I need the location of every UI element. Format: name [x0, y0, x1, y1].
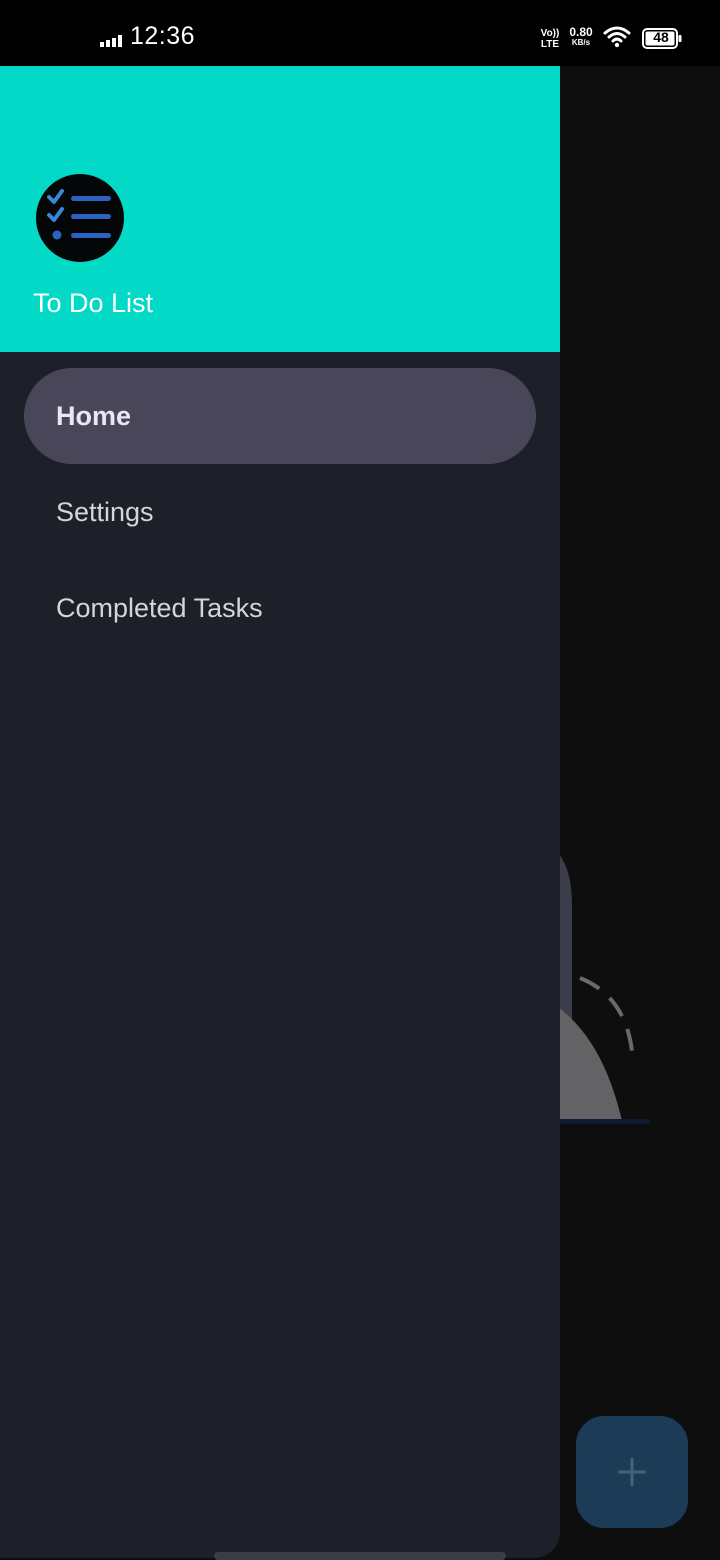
signal-icon	[100, 35, 122, 47]
svg-text:Vo)): Vo))	[541, 28, 560, 39]
gesture-navigation-bar[interactable]	[214, 1552, 506, 1560]
nav-item-label: Settings	[56, 496, 154, 527]
network-speed: 0.80 KB/s	[566, 26, 596, 47]
nav-item-home[interactable]: Home	[24, 368, 536, 464]
status-bar: 12:36 Vo)) LTE 0.80 KB/s 48	[0, 0, 720, 66]
svg-text:LTE: LTE	[541, 39, 559, 50]
drawer-header: To Do List	[0, 66, 560, 352]
plus-icon	[618, 1458, 646, 1486]
screen: 12:36 Vo)) LTE 0.80 KB/s 48 To Do List H…	[0, 0, 720, 1560]
navigation-drawer: To Do List Home Settings Completed Tasks	[0, 66, 560, 1558]
nav-item-label: Completed Tasks	[56, 592, 263, 623]
nav-item-label: Home	[56, 400, 132, 431]
network-speed-unit: KB/s	[571, 38, 591, 47]
app-title: To Do List	[33, 288, 154, 318]
nav-item-completed-tasks[interactable]: Completed Tasks	[24, 560, 536, 656]
nav-item-settings[interactable]: Settings	[24, 464, 536, 560]
status-time: 12:36	[130, 22, 196, 50]
network-speed-value: 0.80	[569, 25, 593, 39]
checklist-icon	[36, 174, 124, 262]
wifi-icon	[603, 26, 631, 48]
add-task-button[interactable]	[576, 1416, 688, 1528]
volte-icon: Vo)) LTE	[541, 28, 560, 50]
battery-level: 48	[653, 29, 669, 45]
